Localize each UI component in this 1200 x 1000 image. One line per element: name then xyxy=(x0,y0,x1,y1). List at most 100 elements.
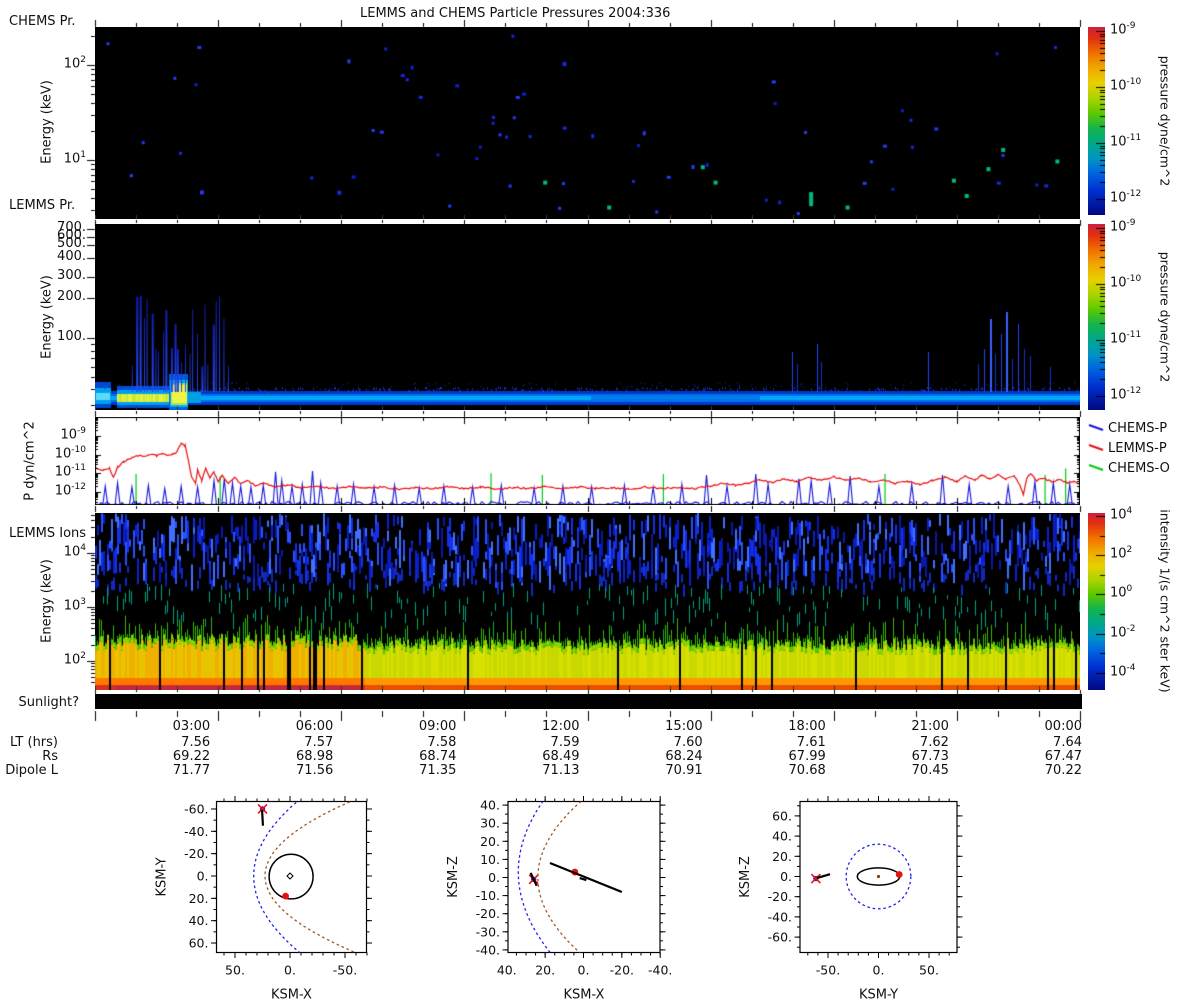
time-tick-label: 21:00 xyxy=(911,719,949,734)
orbit-x-tick-label: -20. xyxy=(610,963,634,978)
sunlight-label: Sunlight? xyxy=(18,695,79,710)
time-row-value: 7.60 xyxy=(673,735,703,750)
ytick-label-ions: 103 xyxy=(63,597,86,614)
time-tick-label: 03:00 xyxy=(172,719,211,734)
chems-panel-label: CHEMS Pr. xyxy=(9,14,76,29)
orbit-y-tick-label: 40. xyxy=(480,798,500,813)
orbit-x-tick-label: 0. xyxy=(873,963,885,978)
orbit-y-tick-label: 0. xyxy=(197,869,209,884)
orbit-curve-bow-shock xyxy=(517,801,551,953)
time-row-value: 71.13 xyxy=(542,763,580,778)
orbit-y-tick-label: 20. xyxy=(772,849,792,864)
time-tick-label: 18:00 xyxy=(788,719,826,734)
legend-label: CHEMS-P xyxy=(1108,421,1168,436)
orbit-y-tick-label: -30. xyxy=(476,924,500,939)
colorbar-tick-label: 104 xyxy=(1110,506,1133,523)
sunlight-bar xyxy=(95,694,1082,709)
time-tick-label: 15:00 xyxy=(665,719,703,734)
ytick-label-pressure: 10-10 xyxy=(54,444,86,461)
time-row-value: 7.61 xyxy=(796,735,826,750)
time-row-value: 69.22 xyxy=(172,749,211,764)
orbit-y-tick-label: -20. xyxy=(184,846,208,861)
orbit-plots-svg: 50. 0. -50. -60. -40. -20. 0. 20. 40. 60. KSM-X KSM… xyxy=(155,796,963,1000)
orbit-y-axis-label: KSM-Z xyxy=(446,856,461,898)
time-row-value: 68.74 xyxy=(419,749,457,764)
colorbar-tick-label: 10-11 xyxy=(1110,133,1142,150)
legend-label: CHEMS-O xyxy=(1108,461,1170,476)
orbit-x-tick-label: -50. xyxy=(816,963,840,978)
colorbar-tick-label: 102 xyxy=(1110,545,1133,562)
orbit-curve-magnetopause xyxy=(264,801,357,953)
orbit-curve-bow-shock xyxy=(253,801,301,953)
ytick-label-pressure: 10-12 xyxy=(54,481,86,499)
time-row-value: 7.59 xyxy=(550,735,580,750)
orbit-x-axis-label: KSM-X xyxy=(271,988,312,1000)
time-row-value: 68.49 xyxy=(542,749,580,764)
time-row-value: 71.35 xyxy=(419,763,457,778)
orbit-y-tick-label: 40. xyxy=(772,829,792,844)
ytick-label-lemms: 100. xyxy=(57,329,86,344)
orbit-y-tick-label: -60. xyxy=(768,930,792,945)
ions-spectrogram-canvas xyxy=(95,513,1080,690)
ytick-label-ions: 102 xyxy=(63,651,86,668)
orbit-y-tick-label: 0. xyxy=(488,870,500,885)
lemms-chems-figure: LEMMS and CHEMS Particle Pressures 2004:… xyxy=(0,0,1200,1000)
time-row-label: Rs xyxy=(42,749,58,764)
lemms-energy-axis-label: Energy (keV) xyxy=(39,275,55,359)
colorbar-tick-label: 10-4 xyxy=(1110,662,1136,680)
orbit-y-tick-label: -20. xyxy=(768,889,792,904)
orbit-y-tick-label: 60. xyxy=(189,936,209,951)
orbit-titan-marker xyxy=(895,871,903,878)
time-row-value: 70.45 xyxy=(911,763,949,778)
time-row-value: 71.77 xyxy=(172,763,211,778)
ytick-label-chems: 101 xyxy=(63,150,86,167)
pressure-lineplot-canvas xyxy=(95,417,1080,505)
ytick-label-lemms: 400. xyxy=(57,249,86,264)
orbit-y-tick-label: -40. xyxy=(768,909,792,924)
pressure-colorbar-1 xyxy=(1088,27,1105,215)
time-row-value: 7.64 xyxy=(1053,735,1082,750)
colorbar-tick-label: 10-12 xyxy=(1110,386,1142,403)
colorbar-tick-label: 10-9 xyxy=(1110,21,1136,38)
colorbar-tick-label: 10-10 xyxy=(1110,77,1142,94)
orbit-y-tick-label: -60. xyxy=(184,801,208,816)
legend-label: LEMMS-P xyxy=(1108,441,1167,456)
orbit-y-tick-label: 60. xyxy=(772,808,792,823)
time-row-value: 68.24 xyxy=(665,749,703,764)
pressure-colorbar-label-2: pressure dyne/cm^2 xyxy=(1157,251,1173,383)
orbit-titan-marker xyxy=(282,892,289,900)
time-tick-label: 00:00 xyxy=(1044,719,1082,734)
orbit-y-tick-label: 40. xyxy=(189,913,209,928)
orbit-x-axis-label: KSM-Y xyxy=(859,988,898,1000)
ytick-label-ions: 104 xyxy=(63,543,86,560)
time-row-value: 67.99 xyxy=(788,749,826,764)
chems-spectrogram-canvas xyxy=(95,27,1080,219)
orbit-x-axis-label: KSM-X xyxy=(564,988,605,1000)
orbit-y-tick-label: 0. xyxy=(780,869,792,884)
colorbar-tick-label: 10-10 xyxy=(1110,274,1142,291)
figure-title: LEMMS and CHEMS Particle Pressures 2004:… xyxy=(360,6,671,21)
time-row-value: 67.73 xyxy=(911,749,949,764)
orbit-x-tick-label: 0. xyxy=(578,963,590,978)
ytick-label-pressure: 10-9 xyxy=(60,426,86,443)
time-row-label: LT (hrs) xyxy=(9,735,58,750)
time-tick-label: 06:00 xyxy=(295,719,334,734)
colorbar-tick-label: 100 xyxy=(1110,584,1133,601)
time-row-value: 71.56 xyxy=(296,763,334,778)
colorbar-tick-label: 10-2 xyxy=(1110,623,1136,640)
colorbar-tick-label: 10-9 xyxy=(1110,218,1136,235)
ytick-label-lemms: 300. xyxy=(57,268,86,283)
ytick-label-chems: 102 xyxy=(63,55,86,72)
lemms-panel-label: LEMMS Pr. xyxy=(9,198,76,213)
orbit-saturn-marker xyxy=(286,872,294,880)
time-row-value: 7.58 xyxy=(427,735,457,750)
time-row-value: 7.62 xyxy=(919,735,949,750)
intensity-colorbar xyxy=(1088,513,1105,690)
time-row-value: 70.91 xyxy=(665,763,703,778)
time-row-value: 68.98 xyxy=(296,749,334,764)
orbit-y-tick-label: -20. xyxy=(476,906,500,921)
lemms-spectrogram-canvas xyxy=(95,224,1080,410)
orbit-trajectory xyxy=(549,861,623,894)
orbit-y-tick-label: 20. xyxy=(480,834,500,849)
orbit-y-axis-label: KSM-Z xyxy=(738,856,753,898)
